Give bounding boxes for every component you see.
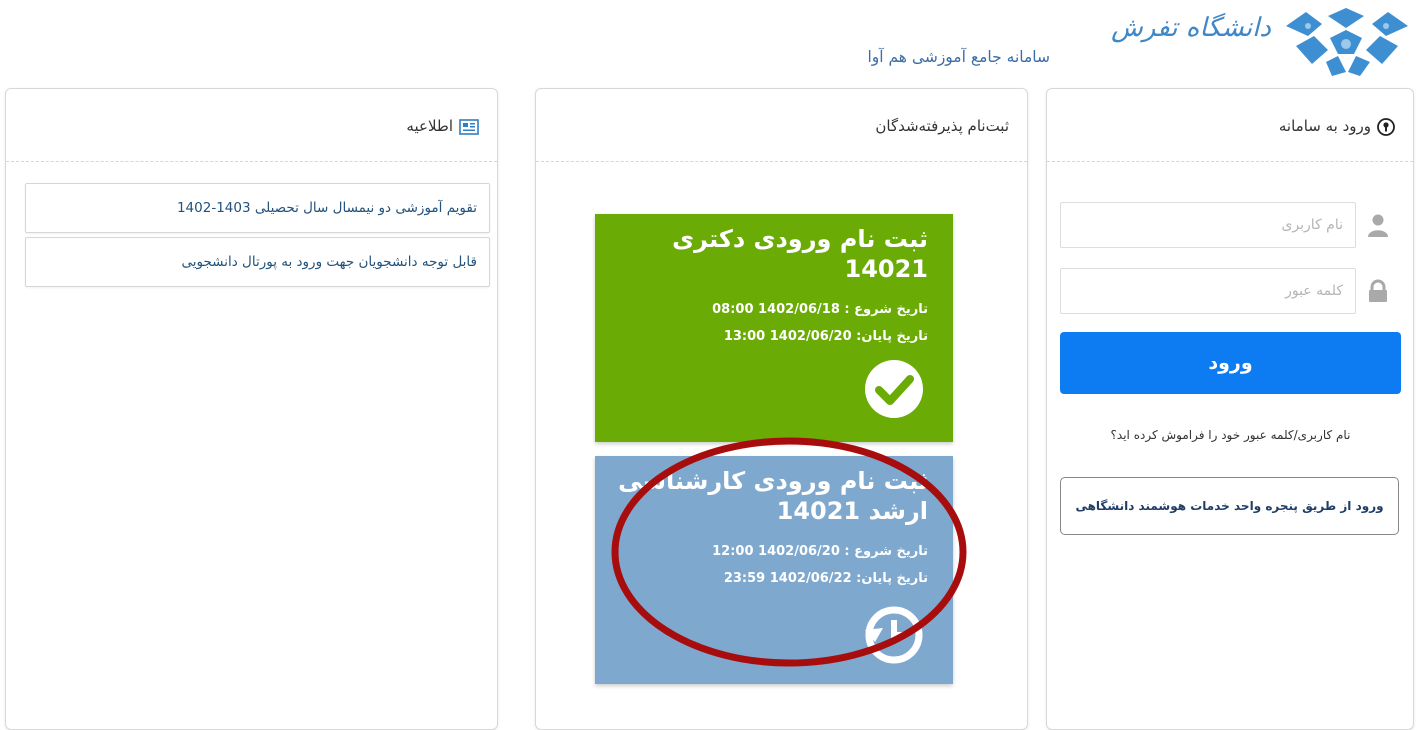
announcements-panel-title: اطلاعیه: [406, 117, 453, 135]
card-start-date: تاریخ شروع : 1402/06/18 08:00: [712, 302, 928, 317]
newspaper-icon: [459, 118, 479, 135]
lock-icon: [1369, 279, 1387, 302]
header: دانشگاه تفرش سامانه جامع آموزشی هم آوا: [0, 0, 1421, 82]
card-title: ثبت نام ورودی کارشناسی ارشد 14021: [618, 467, 928, 525]
registration-card-masters[interactable]: ثبت نام ورودی کارشناسی ارشد 14021 تاریخ …: [595, 456, 953, 684]
history-icon: [865, 606, 923, 664]
login-button[interactable]: ورود: [1060, 332, 1401, 394]
card-end-date: تاریخ پایان: 1402/06/20 13:00: [723, 329, 928, 344]
forgot-password-link[interactable]: نام کاربری/کلمه عبور خود را فراموش کرده …: [1060, 420, 1401, 450]
news-item[interactable]: تقویم آموزشی دو نیمسال سال تحصیلی 1403-1…: [25, 183, 490, 233]
user-icon: [1368, 214, 1388, 237]
card-start-date: تاریخ شروع : 1402/06/20 12:00: [712, 544, 928, 559]
login-panel-title: ورود به سامانه: [1278, 117, 1371, 135]
system-title: سامانه جامع آموزشی هم آوا: [867, 48, 1050, 66]
registration-card-phd[interactable]: ثبت نام ورودی دکتری 14021 تاریخ شروع : 1…: [595, 214, 953, 442]
announcements-panel-header: اطلاعیه: [6, 89, 497, 162]
registration-panel-header: ثبت‌نام پذیرفته‌شدگان: [536, 89, 1027, 162]
university-emblem-icon: [1286, 8, 1408, 76]
login-panel: ورود به سامانه: [1046, 88, 1414, 730]
password-input[interactable]: [1060, 268, 1356, 314]
username-input[interactable]: [1060, 202, 1356, 248]
university-logo-text: دانشگاه تفرش: [1111, 13, 1271, 43]
news-item[interactable]: قابل توجه دانشجویان جهت ورود به پورتال د…: [25, 237, 490, 287]
check-circle-icon: [865, 360, 923, 418]
key-circle-icon: [1377, 117, 1395, 136]
announcements-panel: اطلاعیه تقویم آموزشی دو نیمسال سال تحصیل…: [5, 88, 498, 730]
card-end-date: تاریخ پایان: 1402/06/22 23:59: [723, 571, 928, 586]
login-panel-header: ورود به سامانه: [1047, 89, 1413, 162]
card-title: ثبت نام ورودی دکتری 14021: [672, 225, 928, 283]
sso-login-button[interactable]: ورود از طریق پنجره واحد خدمات هوشمند دان…: [1060, 477, 1399, 535]
registration-panel-title: ثبت‌نام پذیرفته‌شدگان: [875, 117, 1009, 135]
